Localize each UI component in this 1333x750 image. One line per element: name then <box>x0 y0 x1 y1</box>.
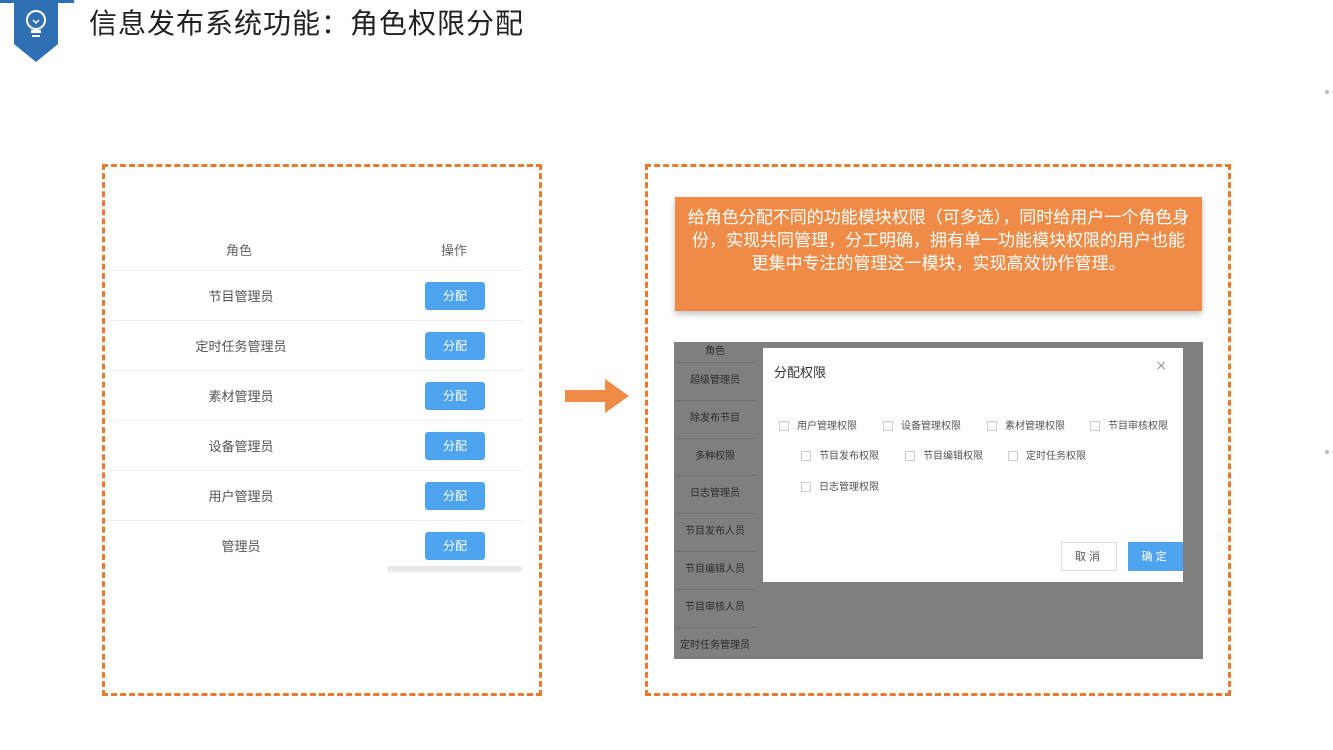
permission-checkbox[interactable]: 素材管理权限 <box>987 417 1065 432</box>
table-row: 定时任务管理员 分配 <box>110 321 524 371</box>
permission-checkbox[interactable]: 节目审核权限 <box>1090 417 1168 432</box>
table-row: 用户管理员 分配 <box>110 471 524 521</box>
decorative-dot <box>1325 450 1329 454</box>
checkbox-icon <box>1090 421 1100 431</box>
list-item: 多种权限 <box>674 439 756 477</box>
assign-button[interactable]: 分配 <box>425 382 485 410</box>
checkbox-icon <box>905 451 915 461</box>
assign-button[interactable]: 分配 <box>425 532 485 560</box>
permission-checkbox[interactable]: 定时任务权限 <box>1008 447 1086 462</box>
role-name: 定时任务管理员 <box>195 340 287 355</box>
role-name: 设备管理员 <box>208 440 274 455</box>
list-item: 节目发布人员 <box>674 514 756 552</box>
list-item: 除发布节目 <box>674 401 756 439</box>
horizontal-scrollbar[interactable] <box>387 566 522 572</box>
permission-checkbox[interactable]: 设备管理权限 <box>883 417 961 432</box>
role-name: 素材管理员 <box>208 390 274 405</box>
list-item: 节目编辑人员 <box>674 552 756 590</box>
assign-button[interactable]: 分配 <box>425 282 485 310</box>
role-name: 用户管理员 <box>208 490 274 505</box>
column-header-role: 角色 <box>226 244 253 259</box>
role-table: 角色 操作 节目管理员 分配 定时任务管理员 分配 素材管理员 分配 设备管理员… <box>110 230 524 570</box>
permission-dialog-screenshot: 角色 超级管理员 除发布节目 多种权限 日志管理员 节目发布人员 节目编辑人员 … <box>674 342 1203 659</box>
list-item: 超级管理员 <box>674 363 756 401</box>
list-item: 节目审核人员 <box>674 590 756 628</box>
checkbox-icon <box>987 421 997 431</box>
arrow-right-icon <box>565 379 629 417</box>
list-item: 定时任务管理员 <box>674 628 756 659</box>
column-header-action: 操作 <box>441 244 468 259</box>
permission-checkbox[interactable]: 用户管理权限 <box>779 417 857 432</box>
checkbox-icon <box>883 421 893 431</box>
close-icon[interactable]: × <box>1155 358 1167 374</box>
lightbulb-icon <box>14 0 58 62</box>
assign-button[interactable]: 分配 <box>425 432 485 460</box>
page-title: 信息发布系统功能：角色权限分配 <box>89 7 525 40</box>
permission-checkbox[interactable]: 节目发布权限 <box>801 447 879 462</box>
checkbox-icon <box>801 451 811 461</box>
role-name: 节目管理员 <box>208 290 274 305</box>
decorative-dot <box>1325 90 1329 94</box>
role-list-header: 角色 <box>674 342 756 363</box>
table-header: 角色 操作 <box>110 230 524 271</box>
permission-checkbox[interactable]: 日志管理权限 <box>801 478 879 493</box>
table-row: 节目管理员 分配 <box>110 271 524 321</box>
confirm-button[interactable]: 确定 <box>1128 542 1183 571</box>
table-row: 素材管理员 分配 <box>110 371 524 421</box>
assign-button[interactable]: 分配 <box>425 482 485 510</box>
table-row: 管理员 分配 <box>110 521 524 570</box>
role-name: 管理员 <box>221 540 261 555</box>
checkbox-icon <box>1008 451 1018 461</box>
modal-title: 分配权限 <box>774 366 827 381</box>
assign-button[interactable]: 分配 <box>425 332 485 360</box>
cancel-button[interactable]: 取消 <box>1061 542 1117 571</box>
checkbox-icon <box>779 421 789 431</box>
description-callout: 给角色分配不同的功能模块权限（可多选），同时给用户一个角色身份，实现共同管理，分… <box>675 197 1202 311</box>
role-list: 角色 超级管理员 除发布节目 多种权限 日志管理员 节目发布人员 节目编辑人员 … <box>674 342 756 659</box>
list-item: 日志管理员 <box>674 476 756 515</box>
permission-checkbox[interactable]: 节目编辑权限 <box>905 447 983 462</box>
checkbox-icon <box>801 482 811 492</box>
table-row: 设备管理员 分配 <box>110 421 524 471</box>
assign-permission-modal: 分配权限 × 用户管理权限 设备管理权限 素材管理权限 节目审核权限 节目发布权… <box>763 348 1183 582</box>
